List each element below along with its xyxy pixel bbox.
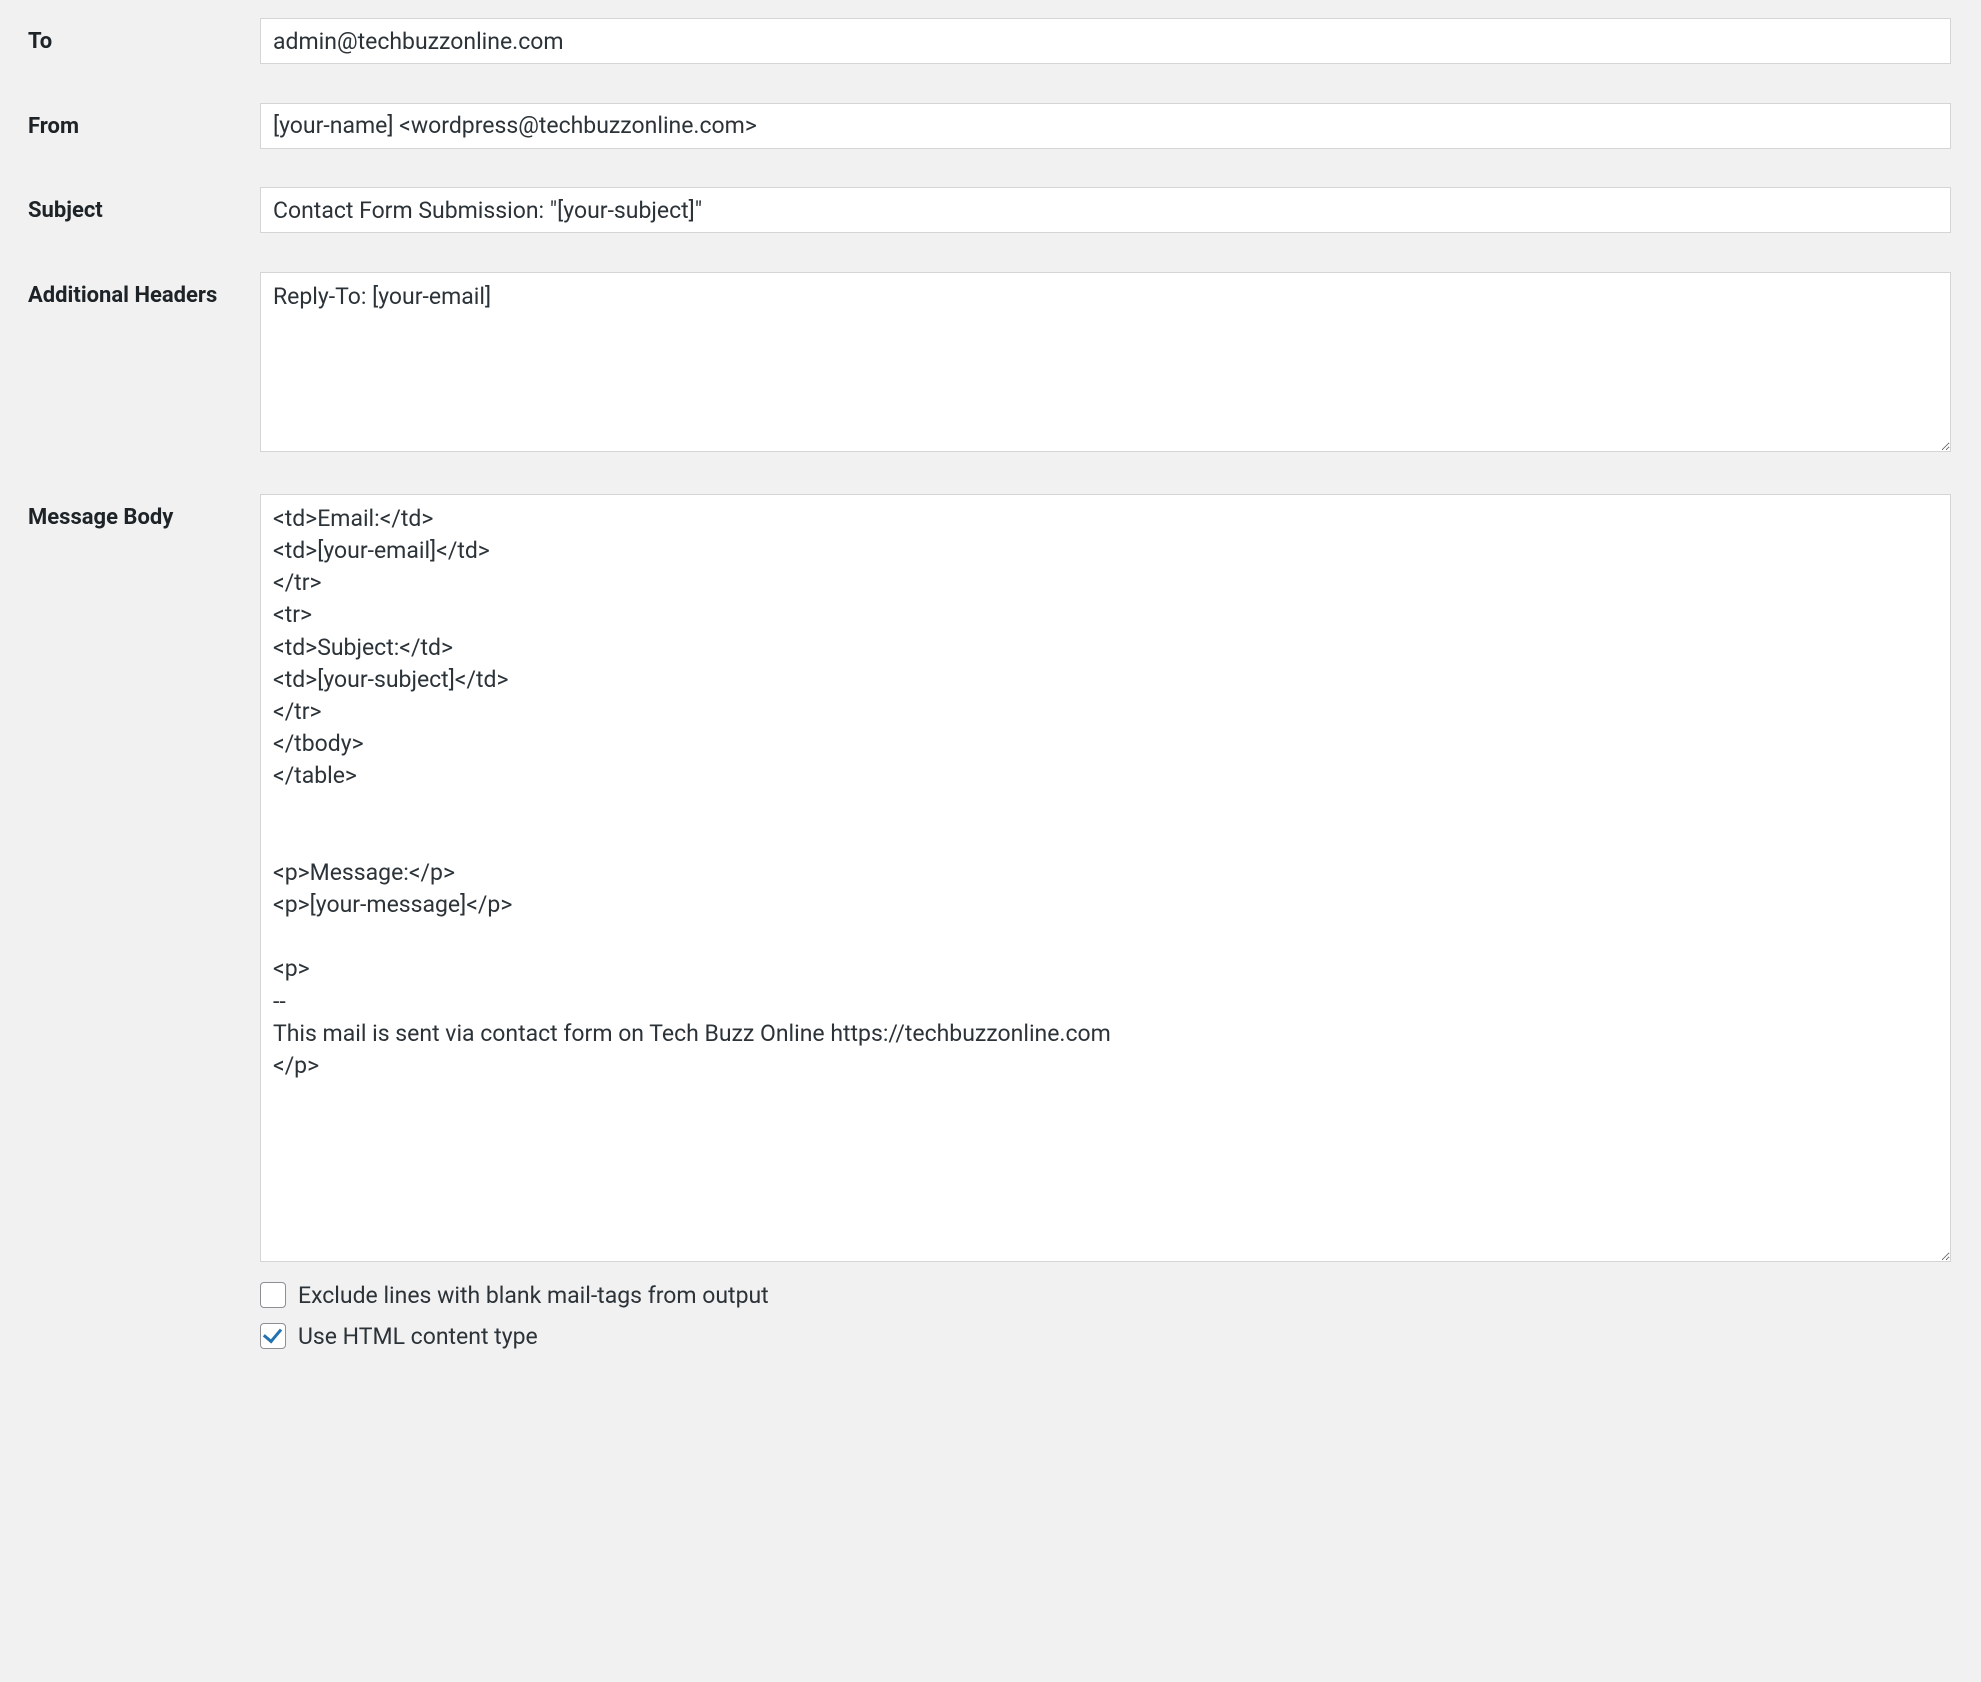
from-input[interactable] [260, 103, 1951, 149]
mail-settings-table: To From Subject Additional Headers Messa… [0, 0, 1981, 1368]
label-from: From [0, 85, 260, 170]
exclude-blank-label[interactable]: Exclude lines with blank mail-tags from … [298, 1282, 769, 1309]
label-additional-headers: Additional Headers [0, 254, 260, 476]
additional-headers-textarea[interactable] [260, 272, 1951, 452]
label-to: To [0, 0, 260, 85]
use-html-label[interactable]: Use HTML content type [298, 1323, 538, 1350]
label-subject: Subject [0, 169, 260, 254]
use-html-checkbox[interactable] [260, 1323, 286, 1349]
exclude-blank-checkbox[interactable] [260, 1282, 286, 1308]
label-message-body: Message Body [0, 476, 260, 1368]
to-input[interactable] [260, 18, 1951, 64]
subject-input[interactable] [260, 187, 1951, 233]
message-body-textarea[interactable] [260, 494, 1951, 1262]
